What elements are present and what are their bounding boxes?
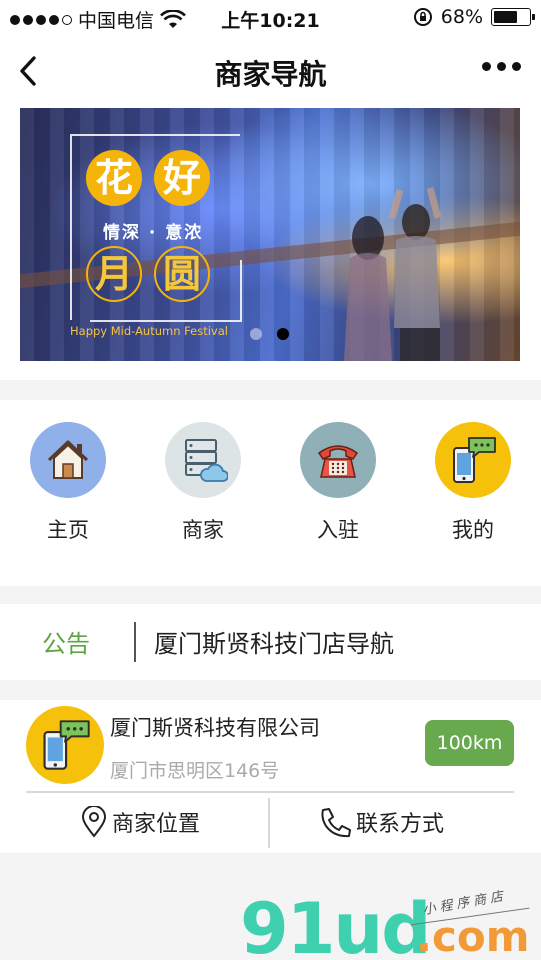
store-logo-phone-chat-icon xyxy=(26,706,104,784)
menu-label-join: 入驻 xyxy=(317,518,359,542)
store-location-label: 商家位置 xyxy=(112,812,201,837)
menu-label-home: 主页 xyxy=(47,518,89,542)
battery-fill xyxy=(494,11,518,23)
banner-char-yuan: 圆 xyxy=(154,246,210,302)
banner-subline: 情深 · 意浓 xyxy=(103,223,204,243)
store-address: 厦门市思明区146号 xyxy=(110,760,280,782)
more-dots-icon[interactable] xyxy=(482,62,521,71)
action-divider xyxy=(268,798,270,848)
notice-tag: 公告 xyxy=(42,630,90,658)
notice-divider xyxy=(134,622,136,662)
banner-char-hao: 好 xyxy=(154,150,210,206)
carousel-dot-2-active[interactable] xyxy=(277,328,289,340)
nav-bar: 商家导航 xyxy=(0,36,541,106)
battery-percent: 68% xyxy=(440,6,483,28)
server-cloud-icon xyxy=(165,422,241,498)
couple-silhouette-image xyxy=(344,187,442,361)
store-location-button[interactable]: 商家位置 xyxy=(80,802,200,842)
menu-item-home[interactable]: 主页 xyxy=(13,422,123,544)
rotation-lock-icon xyxy=(413,8,432,26)
menu-item-join[interactable]: 入驻 xyxy=(283,422,393,544)
menu-item-merchant[interactable]: 商家 xyxy=(148,422,258,544)
phone-chat-icon xyxy=(435,422,511,498)
home-icon xyxy=(30,422,106,498)
battery-icon xyxy=(491,8,535,26)
carousel-dot-1[interactable] xyxy=(250,328,262,340)
telephone-icon xyxy=(300,422,376,498)
store-name: 厦门斯贤科技有限公司 xyxy=(110,716,320,740)
banner-section: 花 好 情深 · 意浓 月 圆 Happy Mid-Autumn Festiva… xyxy=(0,106,541,380)
menu-label-mine: 我的 xyxy=(452,518,494,542)
page-title: 商家导航 xyxy=(214,58,327,91)
menu-label-merchant: 商家 xyxy=(182,518,224,542)
banner-char-hua: 花 xyxy=(86,150,142,206)
notice-bar[interactable]: 公告 厦门斯贤科技门店导航 xyxy=(0,604,541,680)
store-contact-button[interactable]: 联系方式 xyxy=(318,802,444,842)
card-divider xyxy=(26,791,514,793)
location-pin-icon xyxy=(81,806,107,838)
banner-char-yue: 月 xyxy=(86,246,142,302)
watermark-suffix: .com xyxy=(416,912,530,960)
status-bar: 中国电信 上午10:21 68% xyxy=(0,0,541,36)
status-right: 68% xyxy=(413,6,535,28)
watermark-brand: 91ud xyxy=(240,888,431,960)
phone-handset-icon xyxy=(321,808,351,838)
store-card[interactable]: 厦门斯贤科技有限公司 厦门市思明区146号 100km 商家位置 联系方式 xyxy=(0,700,541,853)
watermark-logo: 91ud 小程序商店 .com xyxy=(240,880,540,960)
notice-text: 厦门斯贤科技门店导航 xyxy=(154,630,394,658)
distance-badge: 100km xyxy=(425,720,514,766)
store-contact-label: 联系方式 xyxy=(356,812,445,837)
banner-festival-text: Happy Mid-Autumn Festival xyxy=(70,324,228,338)
menu-item-mine[interactable]: 我的 xyxy=(418,422,528,544)
banner-carousel[interactable]: 花 好 情深 · 意浓 月 圆 Happy Mid-Autumn Festiva… xyxy=(20,108,520,361)
icon-menu: 主页 商家 入驻 我的 xyxy=(0,400,541,586)
